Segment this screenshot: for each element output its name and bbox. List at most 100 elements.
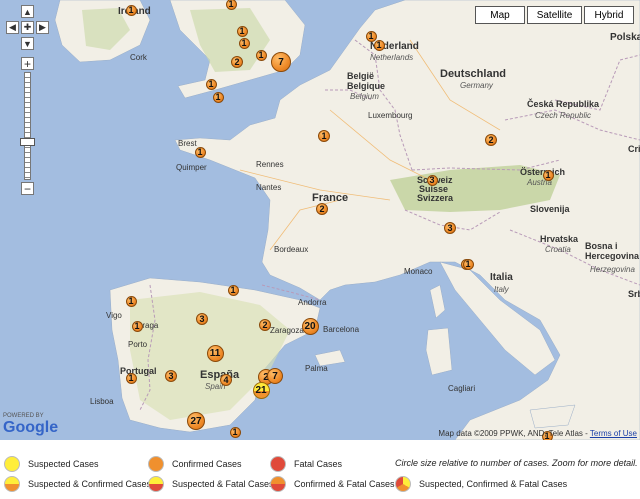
case-marker[interactable]: 1 — [125, 295, 137, 307]
label-monaco: Monaco — [404, 267, 433, 276]
pan-center-icon[interactable]: ✚ — [21, 21, 34, 34]
case-marker[interactable]: 3 — [444, 222, 456, 234]
case-marker[interactable]: 4 — [220, 374, 232, 386]
map-attribution: Map data ©2009 PPWK, AND, Tele Atlas - T… — [438, 429, 637, 438]
case-marker[interactable]: 1 — [194, 146, 206, 158]
case-marker[interactable]: 1 — [255, 49, 267, 61]
case-marker[interactable]: 1 — [236, 25, 248, 37]
legend-label: Suspected Cases — [28, 459, 99, 469]
case-marker[interactable]: 3 — [426, 174, 438, 186]
label-cri: Cri — [628, 144, 640, 154]
terms-of-use-link[interactable]: Terms of Use — [590, 429, 637, 438]
map-canvas[interactable]: Map Satellite Hybrid ▲ ◀ ✚ ▶ ▼ + − Irela… — [0, 0, 640, 440]
case-marker[interactable]: 1 — [225, 0, 237, 10]
label-portugal: Portugal — [120, 366, 157, 376]
case-marker[interactable]: 1 — [373, 39, 385, 51]
map-basemap — [0, 0, 640, 440]
legend-label: Confirmed Cases — [172, 459, 242, 469]
pan-left-icon[interactable]: ◀ — [6, 21, 19, 34]
label-polska: Polska — [610, 32, 640, 43]
zoom-slider-track[interactable] — [24, 72, 31, 180]
map-type-map-button[interactable]: Map — [475, 6, 525, 24]
map-type-satellite-button[interactable]: Satellite — [527, 6, 582, 24]
legend-item-all: Suspected, Confirmed & Fatal Cases — [395, 476, 567, 492]
case-marker[interactable]: 21 — [252, 381, 270, 399]
label-andorra: Andorra — [298, 298, 327, 307]
legend-label: Suspected & Fatal Cases — [172, 479, 274, 489]
zoom-out-icon[interactable]: − — [21, 182, 34, 196]
case-marker[interactable]: 27 — [187, 412, 205, 430]
label-france: France — [312, 192, 349, 204]
label-brest: Brest — [178, 139, 197, 148]
zoom-slider-handle[interactable] — [20, 138, 35, 146]
attribution-text: Map data ©2009 PPWK, AND, Tele Atlas - — [438, 429, 588, 438]
case-marker[interactable]: 1 — [365, 30, 377, 42]
pan-up-icon[interactable]: ▲ — [21, 5, 34, 18]
label-netherlands: Netherlands — [370, 53, 414, 62]
case-marker[interactable]: 2 — [259, 319, 271, 331]
fatal-swatch-icon — [270, 456, 286, 472]
map-type-hybrid-button[interactable]: Hybrid — [584, 6, 634, 24]
label-belgium: Belgium — [350, 92, 379, 101]
label-hrvatska: Hrvatska — [540, 234, 579, 244]
case-marker[interactable]: 1 — [229, 426, 241, 438]
case-marker[interactable]: 1 — [125, 4, 137, 16]
legend-label: Suspected & Confirmed Cases — [28, 479, 152, 489]
label-herzegovina: Herzegovina — [590, 265, 635, 274]
label-nantes: Nantes — [256, 183, 282, 192]
legend-item-suspected: Suspected Cases — [4, 456, 99, 472]
suspected-confirmed-swatch-icon — [4, 476, 20, 492]
label-croatia: Croatia — [545, 245, 571, 254]
case-marker[interactable]: 1 — [131, 320, 143, 332]
legend-note: Circle size relative to number of cases.… — [395, 458, 638, 468]
legend-item-fatal: Fatal Cases — [270, 456, 342, 472]
case-marker[interactable]: 20 — [301, 317, 319, 335]
case-marker[interactable]: 1 — [238, 37, 250, 49]
case-marker[interactable]: 7 — [271, 52, 291, 72]
label-srbij: Srbij — [628, 289, 640, 299]
legend-item-suspected-fatal: Suspected & Fatal Cases — [148, 476, 274, 492]
legend-label: Fatal Cases — [294, 459, 343, 469]
zoom-in-icon[interactable]: + — [21, 57, 34, 71]
label-belgie: België — [347, 71, 375, 81]
label-quimper: Quimper — [176, 163, 207, 172]
label-svizzera: Svizzera — [417, 193, 454, 203]
google-logo[interactable]: Google — [3, 420, 58, 436]
label-slovenija: Slovenija — [530, 204, 570, 214]
case-marker[interactable]: 1 — [212, 91, 224, 103]
suspected-swatch-icon — [4, 456, 20, 472]
case-marker[interactable]: 7 — [267, 368, 283, 384]
legend-label: Suspected, Confirmed & Fatal Cases — [419, 479, 568, 489]
label-cagliari: Cagliari — [448, 384, 476, 393]
all-types-swatch-icon — [395, 476, 411, 492]
case-marker[interactable]: 1 — [227, 284, 239, 296]
label-barcelona: Barcelona — [323, 325, 360, 334]
legend-note-text: Circle size relative to number of cases.… — [395, 458, 638, 468]
case-marker[interactable]: 2 — [485, 134, 497, 146]
case-marker[interactable]: 3 — [165, 370, 177, 382]
label-cork: Cork — [130, 53, 147, 62]
case-marker[interactable]: 2 — [316, 203, 328, 215]
label-italy: Italy — [494, 285, 509, 294]
case-marker[interactable]: 1 — [462, 258, 474, 270]
confirmed-fatal-swatch-icon — [270, 476, 286, 492]
label-porto: Porto — [128, 340, 148, 349]
label-vigo: Vigo — [106, 311, 122, 320]
legend-item-confirmed: Confirmed Cases — [148, 456, 242, 472]
label-ceska-republika: Česká Republika — [527, 99, 600, 109]
case-marker[interactable]: 1 — [205, 78, 217, 90]
pan-down-icon[interactable]: ▼ — [21, 37, 34, 50]
label-germany: Germany — [460, 81, 493, 90]
case-marker[interactable]: 1 — [318, 130, 330, 142]
label-palma: Palma — [305, 364, 328, 373]
case-marker[interactable]: 3 — [196, 313, 208, 325]
pan-right-icon[interactable]: ▶ — [36, 21, 49, 34]
case-marker[interactable]: 11 — [206, 344, 224, 362]
label-luxembourg: Luxembourg — [368, 111, 413, 120]
case-marker[interactable]: 1 — [125, 372, 137, 384]
label-lisboa: Lisboa — [90, 397, 114, 406]
confirmed-swatch-icon — [148, 456, 164, 472]
case-marker[interactable]: 1 — [542, 169, 554, 181]
case-marker[interactable]: 2 — [231, 56, 243, 68]
label-belgique: Belgique — [347, 81, 386, 91]
